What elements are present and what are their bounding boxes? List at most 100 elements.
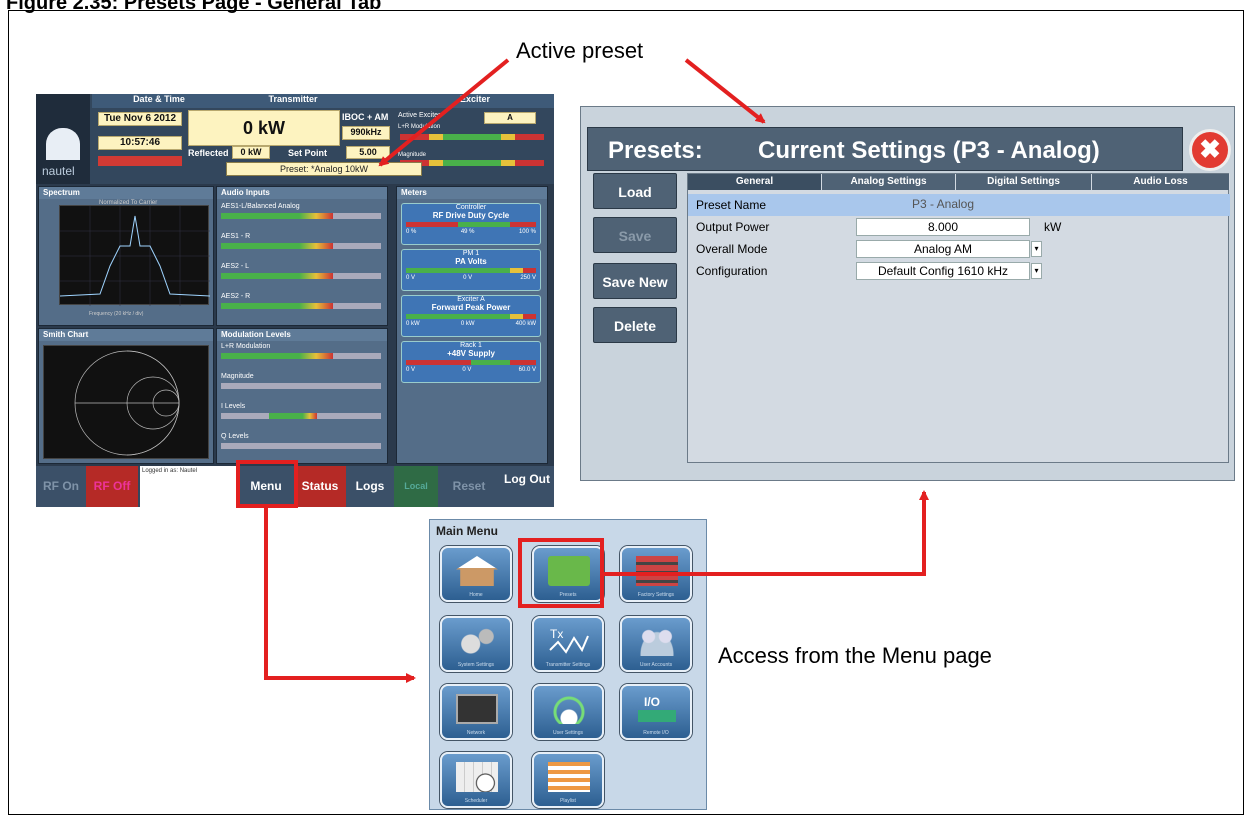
modulation-row: Q Levels	[221, 433, 381, 459]
rf-off-button[interactable]: RF Off	[86, 466, 138, 507]
meter-card[interactable]: Rack 1 +48V Supply 0 V0 V 60.0 V	[401, 341, 541, 383]
menu-item-transmitter-settings[interactable]: Tx Transmitter Settings	[532, 616, 604, 672]
presets-item-highlight	[518, 538, 604, 608]
menu-item-home[interactable]: Home	[440, 546, 512, 602]
transmitter-label: Transmitter	[188, 94, 398, 108]
meter-card[interactable]: Controller RF Drive Duty Cycle 0 % 49 % 10…	[401, 203, 541, 245]
menu-button-highlight	[236, 460, 298, 508]
delete-button[interactable]: Delete	[593, 307, 677, 343]
setpoint-value[interactable]: 5.00	[346, 146, 390, 159]
reset-button[interactable]: Reset	[438, 466, 500, 507]
date-value: Tue Nov 6 2012	[98, 112, 182, 126]
gears-icon	[456, 626, 498, 656]
meter-source: Rack 1	[460, 342, 482, 349]
active-preset-callout: Active preset	[516, 38, 644, 63]
menu-item-user-settings[interactable]: User Settings	[532, 684, 604, 740]
chevron-down-icon[interactable]: ▾	[1031, 241, 1042, 257]
setpoint-label: Set Point	[288, 148, 328, 158]
output-power-unit: kW	[1044, 220, 1062, 234]
power-readout: 0 kW	[188, 110, 340, 146]
lr-mod-bar	[400, 134, 544, 140]
modulation-panel: Modulation Levels L+R Modulation Magnitu…	[216, 328, 388, 464]
output-power-field[interactable]: 8.000	[856, 218, 1030, 236]
menu-item-network[interactable]: Network	[440, 684, 512, 740]
audio-row: AES2 - L	[221, 263, 381, 289]
overall-mode-row: Overall Mode Analog AM ▾	[688, 238, 1230, 260]
spectrum-xlabel: Frequency (20 kHz / div)	[89, 311, 144, 317]
status-button[interactable]: Status	[294, 466, 346, 507]
presets-title-bar: Presets: Current Settings (P3 - Analog)	[587, 127, 1183, 171]
frequency-readout: 990kHz	[342, 126, 390, 140]
io-board-icon: I/O	[636, 694, 678, 724]
touch-icon	[548, 694, 590, 724]
menu-item-system-settings[interactable]: System Settings	[440, 616, 512, 672]
users-icon	[636, 626, 678, 656]
meters-panel: Meters Controller RF Drive Duty Cycle 0 …	[396, 186, 548, 464]
svg-text:Tx: Tx	[550, 627, 563, 641]
rack-icon	[636, 556, 678, 586]
smith-chart-graphic	[74, 350, 180, 456]
main-screen: nautel Date & Time Tue Nov 6 2012 10:57:…	[36, 94, 554, 507]
logo-mark-icon	[46, 128, 80, 160]
audio-inputs-panel: Audio Inputs AES1-L/Balanced Analog AES1…	[216, 186, 388, 326]
save-button[interactable]: Save	[593, 217, 677, 253]
menu-item-user-accounts[interactable]: User Accounts	[620, 616, 692, 672]
save-new-button[interactable]: Save New	[593, 263, 677, 299]
spectrum-plot-title: Normalized To Carrier	[99, 200, 158, 206]
svg-text:I/O: I/O	[644, 695, 660, 709]
configuration-select[interactable]: Default Config 1610 kHz	[856, 262, 1030, 280]
meter-source: Controller	[455, 204, 487, 211]
meter-name: RF Drive Duty Cycle	[432, 211, 510, 220]
logs-button[interactable]: Logs	[346, 466, 394, 507]
logo-text: nautel	[42, 164, 75, 178]
configuration-row: Configuration Default Config 1610 kHz ▾	[688, 260, 1230, 282]
audio-row: AES2 - R	[221, 293, 381, 319]
active-exciter-label: Active Exciter	[398, 112, 441, 119]
meter-card[interactable]: Exciter A Forward Peak Power 0 kW 0 kW 400…	[401, 295, 541, 337]
meter-card[interactable]: PM 1 PA Volts 0 V0 V 250 V	[401, 249, 541, 291]
menu-item-remote-io[interactable]: I/O Remote I/O	[620, 684, 692, 740]
main-menu-title: Main Menu	[436, 524, 498, 538]
rf-on-button[interactable]: RF On	[36, 466, 86, 507]
tab-audio-loss[interactable]: Audio Loss	[1092, 174, 1230, 190]
reflected-value: 0 kW	[232, 146, 270, 159]
tab-general[interactable]: General	[688, 174, 822, 190]
meter-name: PA Volts	[455, 257, 487, 266]
field-label: Preset Name	[696, 198, 767, 212]
nautel-logo: nautel	[36, 94, 90, 184]
active-preset-box[interactable]: Preset: *Analog 10kW	[226, 162, 422, 176]
field-label: Overall Mode	[696, 242, 768, 256]
active-exciter-value: A	[484, 112, 536, 124]
load-button[interactable]: Load	[593, 173, 677, 209]
menu-item-playlist[interactable]: Playlist	[532, 752, 604, 808]
tx-wave-icon: Tx	[548, 626, 590, 656]
spectrum-trace	[59, 206, 211, 306]
meter-source: PM 1	[462, 250, 480, 257]
modulation-row: I Levels	[221, 403, 381, 429]
house-icon	[456, 556, 498, 586]
playlist-icon	[548, 762, 590, 792]
modulation-title: Modulation Levels	[217, 329, 387, 341]
presets-content: General Analog Settings Digital Settings…	[687, 173, 1230, 463]
tab-analog-settings[interactable]: Analog Settings	[822, 174, 956, 190]
smith-panel: Smith Chart	[38, 328, 214, 464]
overall-mode-select[interactable]: Analog AM	[856, 240, 1030, 258]
magnitude-label: Magnitude	[398, 152, 427, 158]
modulation-row: L+R Modulation	[221, 343, 381, 369]
presets-tabs: General Analog Settings Digital Settings…	[688, 174, 1230, 190]
network-device-icon	[456, 694, 498, 724]
alarm-bar[interactable]	[98, 156, 182, 166]
audio-row: AES1-L/Balanced Analog	[221, 203, 381, 229]
close-icon[interactable]: ✖	[1189, 129, 1231, 171]
menu-item-scheduler[interactable]: Scheduler	[440, 752, 512, 808]
menu-item-factory-settings[interactable]: Factory Settings	[620, 546, 692, 602]
logout-button[interactable]: Log Out	[500, 466, 554, 507]
output-power-row: Output Power 8.000 kW	[688, 216, 1230, 238]
tab-digital-settings[interactable]: Digital Settings	[956, 174, 1092, 190]
local-button[interactable]: Local	[394, 466, 438, 507]
chevron-down-icon[interactable]: ▾	[1031, 263, 1042, 279]
exciter-label: Exciter	[396, 94, 554, 108]
time-value: 10:57:46	[98, 136, 182, 150]
lr-mod-label: L+R Modulation	[398, 124, 441, 130]
login-status: Logged in as: Nautel	[140, 466, 236, 507]
